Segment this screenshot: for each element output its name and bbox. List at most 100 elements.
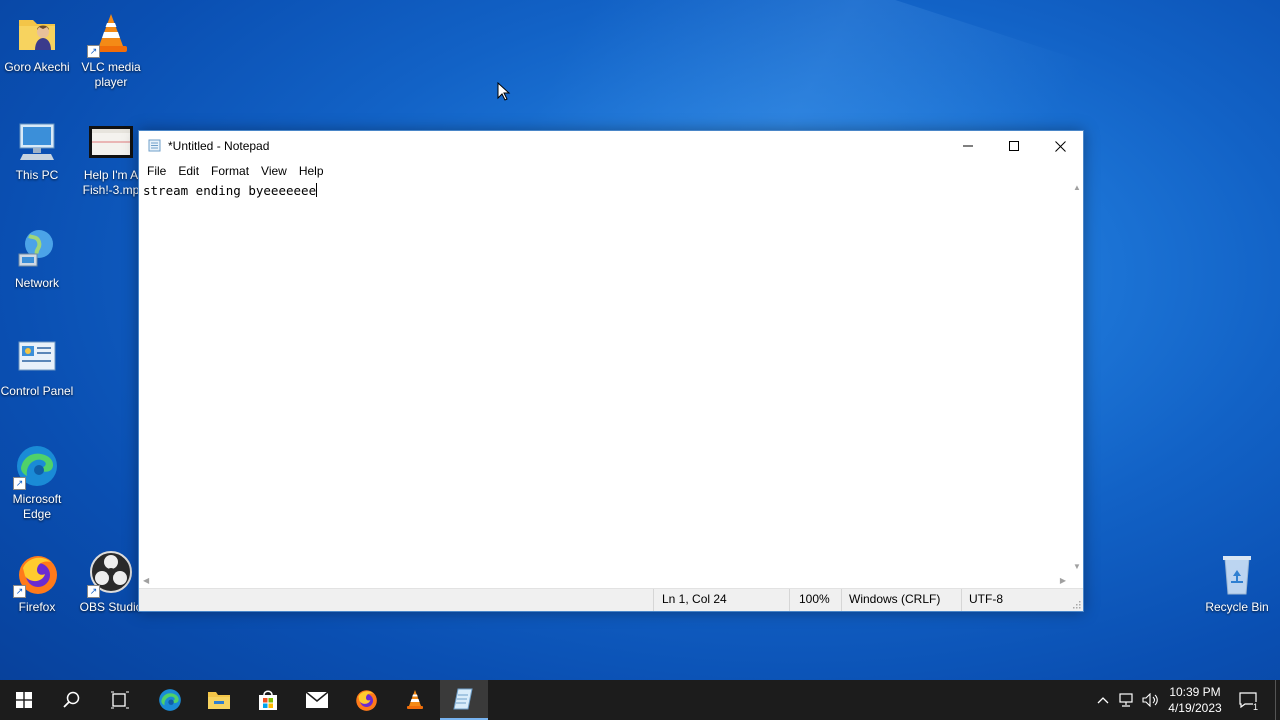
menu-view[interactable]: View: [255, 164, 293, 178]
title-bar[interactable]: *Untitled - Notepad: [139, 131, 1083, 161]
action-center-button[interactable]: 1: [1236, 680, 1260, 720]
taskbar-notepad[interactable]: [440, 680, 488, 720]
status-divider: [961, 589, 962, 611]
desktop-icon-goro-akechi[interactable]: Goro Akechi: [0, 10, 74, 75]
notepad-icon: [148, 139, 161, 152]
taskbar: 10:39 PM 4/19/2023 1: [0, 680, 1280, 720]
scroll-down-arrow-icon[interactable]: ▼: [1073, 562, 1081, 571]
network-globe-icon: [13, 226, 61, 274]
scroll-right-arrow-icon[interactable]: ▶: [1060, 576, 1066, 585]
folder-icon: [13, 10, 61, 58]
clock-time: 10:39 PM: [1169, 685, 1221, 699]
desktop-icon-vlc[interactable]: ↗ VLC media player: [74, 10, 148, 90]
status-divider: [841, 589, 842, 611]
desktop-icon-video-file[interactable]: Help I'm A Fish!-3.mp: [74, 118, 148, 198]
vlc-cone-icon: ↗: [87, 10, 135, 58]
firefox-icon: [356, 690, 377, 711]
minimize-icon: [963, 145, 973, 147]
chevron-up-icon: [1097, 697, 1109, 704]
menu-edit[interactable]: Edit: [172, 164, 205, 178]
shortcut-arrow-icon: ↗: [13, 585, 26, 598]
store-bag-icon: [259, 690, 277, 710]
desktop-icon-obs[interactable]: ↗ OBS Studio: [74, 550, 148, 615]
desktop-icon-label: OBS Studio: [79, 600, 143, 614]
edge-icon: ↗: [13, 442, 61, 490]
cursor-position: Ln 1, Col 24: [662, 592, 727, 606]
menu-bar: File Edit Format View Help: [139, 161, 1083, 181]
desktop-icon-label: Help I'm A Fish!-3.mp: [82, 168, 140, 197]
close-icon: [1054, 140, 1066, 152]
taskbar-store[interactable]: [244, 680, 292, 720]
zoom-level: 100%: [799, 592, 830, 606]
search-icon: [63, 691, 80, 708]
obs-icon: ↗: [87, 550, 135, 598]
status-divider: [789, 589, 790, 611]
resize-grip-icon[interactable]: [1071, 599, 1081, 609]
desktop-icon-firefox[interactable]: ↗ Firefox: [0, 550, 74, 615]
speaker-icon: [1142, 693, 1158, 707]
video-thumbnail-icon: [87, 118, 135, 166]
status-bar: Ln 1, Col 24 100% Windows (CRLF) UTF-8: [139, 588, 1083, 611]
computer-icon: [13, 118, 61, 166]
search-button[interactable]: [48, 680, 96, 720]
text-editor[interactable]: stream ending byeeeeeee: [139, 181, 1070, 573]
close-button[interactable]: [1037, 131, 1083, 161]
notepad-window[interactable]: *Untitled - Notepad File Edit Format Vie…: [138, 130, 1084, 612]
start-button[interactable]: [0, 680, 48, 720]
taskbar-mail[interactable]: [293, 680, 341, 720]
desktop-icon-label: Goro Akechi: [4, 60, 70, 74]
scroll-left-arrow-icon[interactable]: ◀: [143, 576, 149, 585]
shortcut-arrow-icon: ↗: [87, 45, 100, 58]
network-status-button[interactable]: [1116, 680, 1138, 720]
taskbar-edge[interactable]: [146, 680, 194, 720]
taskbar-file-explorer[interactable]: [195, 680, 243, 720]
show-hidden-icons-button[interactable]: [1092, 680, 1114, 720]
notification-count-badge: 1: [1252, 702, 1258, 712]
desktop-icon-label: Firefox: [18, 600, 56, 614]
taskbar-firefox[interactable]: [342, 680, 390, 720]
maximize-icon: [1009, 141, 1019, 151]
editor-text: stream ending byeeeeeee: [143, 183, 317, 198]
firefox-icon: ↗: [13, 550, 61, 598]
desktop-icon-label: Microsoft Edge: [12, 492, 62, 521]
vertical-scrollbar[interactable]: ▲ ▼: [1070, 181, 1083, 573]
folder-icon: [208, 692, 230, 709]
desktop-icon-label: Network: [14, 276, 59, 290]
minimize-button[interactable]: [945, 131, 991, 161]
notepad-icon: [453, 688, 473, 710]
shortcut-arrow-icon: ↗: [87, 585, 100, 598]
desktop-icon-label: Recycle Bin: [1205, 600, 1269, 614]
desktop-icon-label: This PC: [15, 168, 59, 182]
desktop-icon-this-pc[interactable]: This PC: [0, 118, 74, 183]
control-panel-icon: [13, 334, 61, 382]
edge-icon: [159, 689, 181, 711]
text-caret: [316, 183, 318, 197]
menu-file[interactable]: File: [141, 164, 172, 178]
shortcut-arrow-icon: ↗: [13, 477, 26, 490]
encoding: UTF-8: [969, 592, 1003, 606]
desktop-icon-label: VLC media player: [81, 60, 141, 89]
volume-button[interactable]: [1140, 680, 1162, 720]
menu-format[interactable]: Format: [205, 164, 255, 178]
mouse-pointer-icon: [497, 82, 511, 101]
clock-date: 4/19/2023: [1168, 701, 1222, 715]
line-ending: Windows (CRLF): [849, 592, 941, 606]
system-clock[interactable]: 10:39 PM 4/19/2023: [1160, 684, 1230, 716]
maximize-button[interactable]: [991, 131, 1037, 161]
window-title: *Untitled - Notepad: [168, 139, 270, 153]
menu-help[interactable]: Help: [293, 164, 330, 178]
status-divider: [653, 589, 654, 611]
desktop-icon-network[interactable]: Network: [0, 226, 74, 291]
task-view-button[interactable]: [96, 680, 144, 720]
taskbar-vlc[interactable]: [391, 680, 439, 720]
desktop-icon-edge[interactable]: ↗ Microsoft Edge: [0, 442, 74, 522]
network-status-icon: [1119, 693, 1133, 707]
horizontal-scrollbar[interactable]: ◀ ▶: [139, 573, 1070, 589]
desktop-icon-label: Control Panel: [0, 384, 74, 398]
scroll-up-arrow-icon[interactable]: ▲: [1073, 183, 1081, 192]
windows-logo-icon: [16, 692, 32, 708]
mail-envelope-icon: [305, 691, 329, 708]
show-desktop-button[interactable]: [1275, 680, 1280, 720]
desktop-icon-recycle-bin[interactable]: Recycle Bin: [1200, 550, 1274, 615]
desktop-icon-control-panel[interactable]: Control Panel: [0, 334, 74, 399]
